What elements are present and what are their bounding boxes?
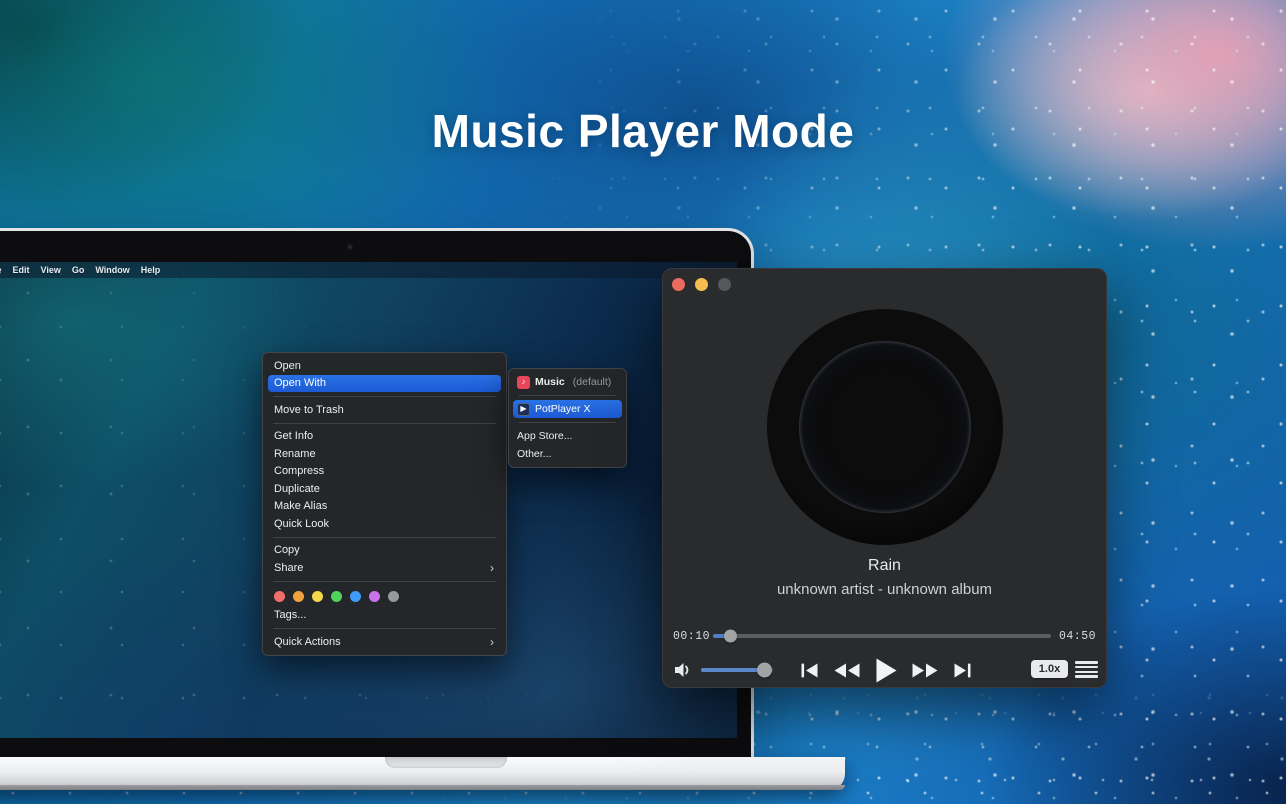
submenu-item-potplayer[interactable]: ▶ PotPlayer X (513, 400, 622, 418)
menu-item-compress[interactable]: Compress (268, 463, 501, 481)
chevron-right-icon: › (490, 636, 494, 648)
seek-slider[interactable] (713, 634, 1051, 638)
tag-blue[interactable] (350, 591, 361, 602)
fast-forward-button[interactable] (912, 663, 938, 678)
total-duration: 04:50 (1059, 630, 1096, 643)
menu-item-open-with[interactable]: Open With (268, 375, 501, 393)
laptop-lid-notch (385, 757, 507, 768)
context-menu: Open Open With Move to Trash Get Info Re… (262, 352, 507, 656)
tag-yellow[interactable] (312, 591, 323, 602)
menubar-item-edit[interactable]: Edit (13, 265, 30, 275)
seek-slider-fill (713, 634, 730, 638)
menu-separator (273, 396, 496, 397)
submenu-item-music[interactable]: ♪ Music (default) (513, 373, 622, 391)
playback-speed-badge[interactable]: 1.0x (1031, 660, 1068, 678)
next-track-button[interactable] (954, 663, 971, 678)
volume-slider-fill (701, 668, 764, 672)
menu-item-duplicate[interactable]: Duplicate (268, 480, 501, 498)
menu-item-share[interactable]: Share › (268, 559, 501, 577)
track-title: Rain (663, 557, 1106, 575)
menu-separator (273, 423, 496, 424)
window-controls (672, 278, 731, 291)
menu-item-tags[interactable]: Tags... (268, 607, 501, 625)
tag-color-row (268, 586, 501, 607)
transport-controls (801, 655, 971, 685)
menubar-item-window[interactable]: Window (95, 265, 129, 275)
menubar-item-help[interactable]: Help (141, 265, 161, 275)
menu-separator (519, 422, 616, 423)
menubar-item-file[interactable]: File (0, 265, 2, 275)
zoom-button-disabled (718, 278, 731, 291)
laptop-base-edge (0, 785, 845, 790)
tag-gray[interactable] (388, 591, 399, 602)
menu-separator (273, 581, 496, 582)
album-art-disc (767, 309, 1003, 545)
desktop: Music Player Mode File Edit View Go Wind… (0, 0, 1286, 804)
seek-slider-knob[interactable] (724, 630, 737, 643)
volume-slider[interactable] (701, 668, 773, 672)
tag-orange[interactable] (293, 591, 304, 602)
tag-green[interactable] (331, 591, 342, 602)
default-app-label: (default) (573, 376, 612, 388)
minimize-button[interactable] (695, 278, 708, 291)
potplayer-app-icon: ▶ (517, 403, 530, 416)
menu-item-copy[interactable]: Copy (268, 542, 501, 560)
open-with-submenu: ♪ Music (default) ▶ PotPlayer X App Stor… (508, 368, 627, 468)
menu-item-make-alias[interactable]: Make Alias (268, 498, 501, 516)
controls-row: 1.0x (663, 655, 1106, 685)
rewind-button[interactable] (834, 663, 860, 678)
progress-row: 00:10 04:50 (663, 627, 1106, 645)
tag-red[interactable] (274, 591, 285, 602)
chevron-right-icon: › (490, 562, 494, 574)
music-app-icon: ♪ (517, 376, 530, 389)
tag-purple[interactable] (369, 591, 380, 602)
previous-track-button[interactable] (801, 663, 818, 678)
menu-item-quick-actions[interactable]: Quick Actions › (268, 633, 501, 651)
play-button[interactable] (876, 658, 897, 683)
menubar-item-view[interactable]: View (41, 265, 61, 275)
menu-separator (273, 628, 496, 629)
submenu-item-app-store[interactable]: App Store... (513, 427, 622, 445)
menu-separator (273, 537, 496, 538)
volume-icon[interactable] (673, 660, 693, 680)
elapsed-time: 00:10 (673, 630, 710, 643)
menu-item-move-to-trash[interactable]: Move to Trash (268, 401, 501, 419)
playlist-icon[interactable] (1075, 659, 1098, 680)
menu-item-rename[interactable]: Rename (268, 445, 501, 463)
volume-slider-knob[interactable] (757, 662, 772, 677)
close-button[interactable] (672, 278, 685, 291)
page-title: Music Player Mode (0, 104, 1286, 158)
menu-item-get-info[interactable]: Get Info (268, 428, 501, 446)
laptop-camera-icon (347, 244, 353, 250)
menu-separator (519, 395, 616, 396)
menu-item-open[interactable]: Open (268, 357, 501, 375)
album-art-image (799, 341, 971, 513)
music-player-window: Rain unknown artist - unknown album 00:1… (662, 268, 1107, 688)
laptop-base (0, 757, 845, 790)
menubar-item-go[interactable]: Go (72, 265, 85, 275)
menu-item-quick-look[interactable]: Quick Look (268, 515, 501, 533)
laptop-menubar: File Edit View Go Window Help (0, 262, 737, 278)
track-artist-album: unknown artist - unknown album (663, 581, 1106, 598)
submenu-item-other[interactable]: Other... (513, 445, 622, 463)
